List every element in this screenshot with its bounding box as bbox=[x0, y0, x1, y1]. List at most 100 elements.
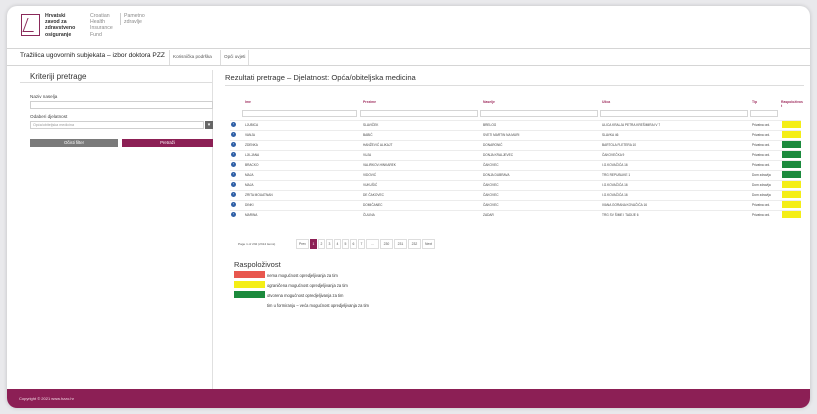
naselje-input[interactable] bbox=[30, 101, 213, 109]
cell-prezime: VIDOVIĆ bbox=[363, 172, 377, 177]
legend-swatch bbox=[234, 271, 265, 278]
tab-opci-uvjeti[interactable]: Opći uvjeti bbox=[220, 50, 250, 65]
divider bbox=[20, 82, 212, 83]
legend-item: nema mogućnost opredjeljivanja za tim bbox=[234, 271, 564, 279]
pager-page-button[interactable]: 1 bbox=[310, 239, 317, 249]
cell-ulica: TRG SV ŠIME I TADIJE 6 bbox=[602, 212, 639, 217]
availability-badge bbox=[782, 191, 801, 198]
filter-ulica-input[interactable] bbox=[600, 110, 748, 117]
expand-row-icon[interactable]: › bbox=[231, 162, 236, 167]
cell-prezime: DOMIČANEC bbox=[363, 202, 383, 207]
cell-prezime: DE ČAKOVEC bbox=[363, 192, 384, 197]
pager-page-button[interactable]: 6 bbox=[350, 239, 357, 249]
djelatnost-select[interactable]: Opća/obiteljska medicina bbox=[30, 121, 204, 129]
table-row[interactable]: › VANJA BABIĆ SVETI MARTIN NA MURI SLAVKA 46… bbox=[230, 130, 801, 138]
expand-row-icon[interactable]: › bbox=[231, 212, 236, 217]
filter-ime-input[interactable] bbox=[242, 110, 357, 117]
tab-korisnicka-podrska[interactable]: Korisnička podrška bbox=[169, 50, 215, 65]
filter-prezime-input[interactable] bbox=[360, 110, 478, 117]
cell-prezime: BABIĆ bbox=[363, 132, 373, 137]
pager-next-button[interactable]: Next bbox=[422, 239, 435, 249]
pager-page-button[interactable]: 2 bbox=[318, 239, 325, 249]
cell-ime: MAJA bbox=[245, 172, 254, 177]
logo-line: Insurance bbox=[90, 25, 113, 32]
cell-naselje: SVETI MARTIN NA MURI bbox=[483, 132, 520, 137]
cell-tip: Privatna ord. bbox=[752, 132, 771, 137]
legend-text: nema mogućnost opredjeljivanja za tim bbox=[267, 272, 338, 278]
pager-page-button[interactable]: 232 bbox=[408, 239, 421, 249]
cell-ulica: TRG REPUBLIKE 1 bbox=[602, 172, 631, 177]
table-row[interactable]: › BRACKO VALIRKOV-HINKAREK ČAKOVEC I.G.KOVAČ… bbox=[230, 160, 801, 168]
app-title[interactable]: Tražilica ugovornih subjekata – izbor do… bbox=[20, 52, 165, 59]
footer: Copyright © 2021 www.hzzo.hr bbox=[7, 389, 810, 408]
expand-row-icon[interactable]: › bbox=[231, 192, 236, 197]
cell-naselje: ČAKOVEC bbox=[483, 182, 499, 187]
expand-row-icon[interactable]: › bbox=[231, 142, 236, 147]
cell-ime: MARINA bbox=[245, 212, 258, 217]
search-button[interactable]: Pretraži bbox=[122, 139, 213, 147]
app-window: Hrvatski zavod za zdravstveno osiguranje… bbox=[7, 6, 810, 408]
pager-page-button[interactable]: 4 bbox=[334, 239, 341, 249]
pager-page-button[interactable]: 3 bbox=[326, 239, 333, 249]
availability-badge bbox=[782, 131, 801, 138]
table-row[interactable]: › LJILJANA VUJA DONJA KRALJEVEC ČAKOVEČKA 9 P… bbox=[230, 150, 801, 158]
legend-swatch bbox=[234, 281, 265, 288]
expand-row-icon[interactable]: › bbox=[231, 182, 236, 187]
hzzo-logo-icon[interactable] bbox=[21, 14, 40, 36]
column-header-tip[interactable]: Tip bbox=[752, 100, 757, 104]
table-row[interactable]: › MAJA VIDOVIĆ DONJA DUBRAVA TRG REPUBLIKE 1… bbox=[230, 170, 801, 178]
cell-ime: LJILJANA bbox=[245, 152, 260, 157]
cell-ulica: BARTOLA FLETERA 10 bbox=[602, 142, 637, 147]
cell-ime: DINKI bbox=[245, 202, 254, 207]
availability-badge bbox=[782, 121, 801, 128]
filter-naselje-input[interactable] bbox=[480, 110, 598, 117]
cell-tip: Privatna ord. bbox=[752, 122, 771, 127]
column-header-ulica[interactable]: Ulica bbox=[602, 100, 610, 104]
legend-swatch bbox=[234, 291, 265, 298]
table-row[interactable]: › LJUBICA SLAVIČEK BRELOG ULICA KRALJA PETRA… bbox=[230, 120, 801, 128]
pager-page-button[interactable]: 7 bbox=[358, 239, 365, 249]
pager-page-button[interactable]: 5 bbox=[342, 239, 349, 249]
cell-naselje: ČAKOVEC bbox=[483, 162, 499, 167]
cell-ime: VANJA bbox=[245, 132, 256, 137]
expand-row-icon[interactable]: › bbox=[231, 172, 236, 177]
cell-tip: Dom zdravlja bbox=[752, 172, 771, 177]
cell-prezime: ČULINA bbox=[363, 212, 375, 217]
column-header-raspolozivost[interactable]: Raspoloživost bbox=[781, 100, 803, 108]
legend-text: tim u formiranju – veća mogućnost opredj… bbox=[267, 302, 369, 308]
legend-text: ograničena mogućnost opredjeljivanja za … bbox=[267, 282, 348, 288]
djelatnost-label: Odaberi djelatnost bbox=[30, 114, 68, 119]
legend-title: Raspoloživost bbox=[234, 260, 281, 269]
column-header-naselje[interactable]: Naselje bbox=[483, 100, 495, 104]
legend-item: tim u formiranju – veća mogućnost opredj… bbox=[234, 301, 564, 309]
pager-page-button[interactable]: 231 bbox=[394, 239, 407, 249]
pager-page-button[interactable]: 230 bbox=[380, 239, 393, 249]
nav-bar: Tražilica ugovornih subjekata – izbor do… bbox=[7, 48, 810, 66]
chevron-down-icon[interactable]: ▾ bbox=[205, 121, 213, 129]
divider bbox=[225, 85, 804, 86]
column-header-prezime[interactable]: Prezime bbox=[363, 100, 376, 104]
expand-row-icon[interactable]: › bbox=[231, 202, 236, 207]
cell-naselje: ZADAR bbox=[483, 212, 494, 217]
expand-row-icon[interactable]: › bbox=[231, 122, 236, 127]
expand-row-icon[interactable]: › bbox=[231, 132, 236, 137]
table-row[interactable]: › DINKI DOMIČANEC ČAKOVEC IVANA GORANA KOVAČ… bbox=[230, 200, 801, 208]
table-row[interactable]: › ZRITA MOUATNAN DE ČAKOVEC ČAKOVEC I.G.KOVA… bbox=[230, 190, 801, 198]
logo-text-en: Croatian Health Insurance Fund bbox=[90, 13, 113, 38]
cell-tip: Privatna ord. bbox=[752, 152, 771, 157]
logo-text-hr: Hrvatski zavod za zdravstveno osiguranje bbox=[45, 13, 75, 38]
filter-tip-input[interactable] bbox=[750, 110, 778, 117]
cell-ime: LJUBICA bbox=[245, 122, 259, 127]
cell-ulica: I.G.KOVAČIĆA 16 bbox=[602, 182, 628, 187]
table-row[interactable]: › MARINA ČULINA ZADAR TRG SV ŠIME I TADIJE 6… bbox=[230, 210, 801, 218]
column-header-ime[interactable]: Ime bbox=[245, 100, 251, 104]
cell-prezime: VUJA bbox=[363, 152, 372, 157]
expand-row-icon[interactable]: › bbox=[231, 152, 236, 157]
availability-badge bbox=[782, 211, 801, 218]
pager-prev-button[interactable]: Prev bbox=[296, 239, 309, 249]
cell-tip: Privatna ord. bbox=[752, 212, 771, 217]
clear-filter-button[interactable]: Očisti filter bbox=[30, 139, 118, 147]
cell-prezime: SLAVIČEK bbox=[363, 122, 379, 127]
table-row[interactable]: › MAJA VUKUŠIĆ ČAKOVEC I.G.KOVAČIĆA 16 Dom zd… bbox=[230, 180, 801, 188]
table-row[interactable]: › ZDENKA HANŽEVIĆ ALIKAJT DONARONIĆ BARTOLA … bbox=[230, 140, 801, 148]
